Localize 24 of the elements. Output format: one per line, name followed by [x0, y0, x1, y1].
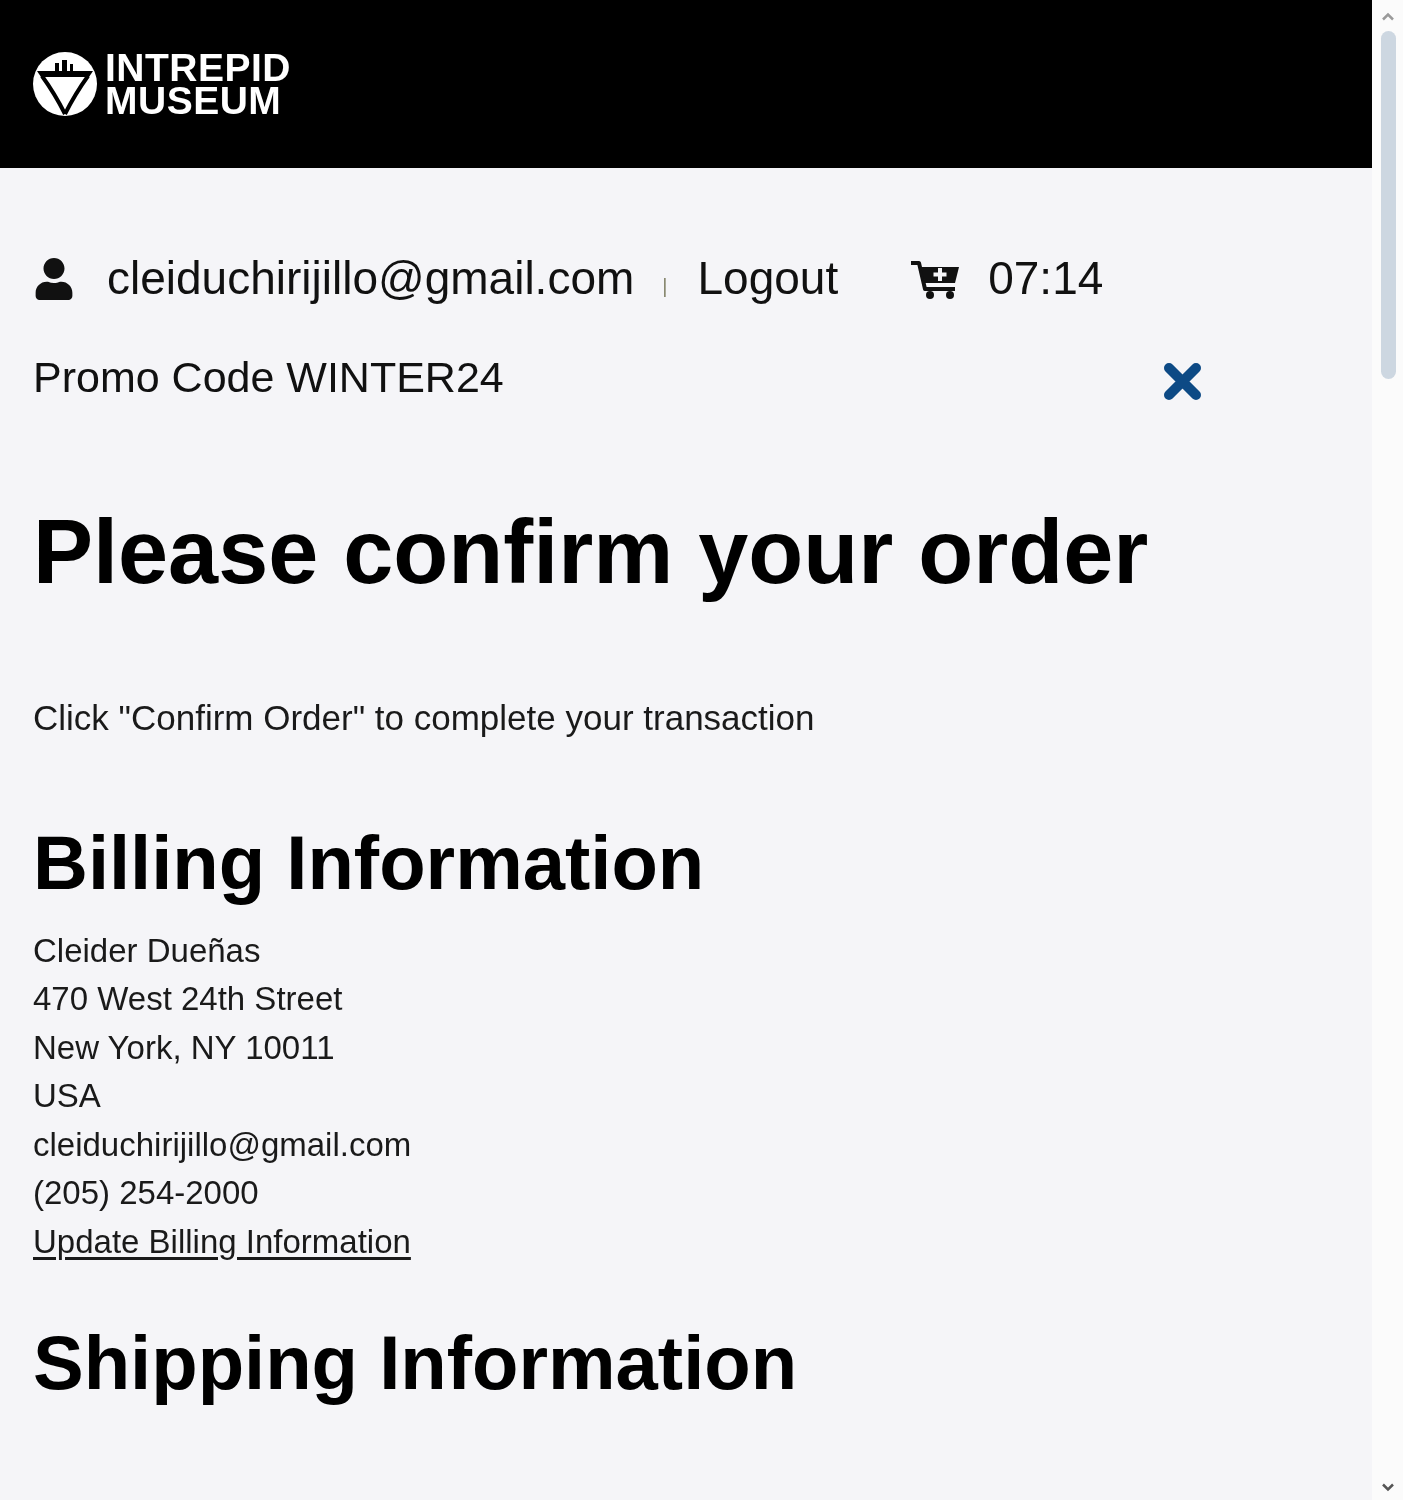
promo-code-text: Promo Code WINTER24: [33, 352, 504, 403]
logout-link[interactable]: Logout: [697, 251, 839, 306]
logo-wordmark: INTREPID MUSEUM: [105, 51, 291, 117]
close-icon[interactable]: [1162, 361, 1203, 402]
billing-heading: Billing Information: [33, 821, 705, 905]
scroll-down-icon[interactable]: [1380, 1483, 1395, 1492]
scrollbar-thumb[interactable]: [1381, 31, 1396, 379]
timer-text: 07:14: [988, 251, 1104, 306]
page-title: Please confirm your order: [33, 503, 1149, 602]
logo-emblem-icon: [33, 52, 97, 116]
instruction-text: Click "Confirm Order" to complete your transaction: [33, 697, 815, 739]
billing-address-line: New York, NY 10011: [33, 1027, 335, 1068]
billing-address-line: Cleider Dueñas: [33, 930, 261, 971]
account-email: cleiduchirijillo@gmail.com: [107, 251, 635, 306]
billing-address-line: USA: [33, 1076, 101, 1117]
update-billing-link[interactable]: Update Billing Information: [33, 1217, 411, 1267]
billing-address-line: (205) 254-2000: [33, 1173, 259, 1214]
cart-plus-icon[interactable]: [910, 258, 961, 299]
billing-address-line: cleiduchirijillo@gmail.com: [33, 1124, 412, 1165]
scroll-up-icon[interactable]: [1380, 12, 1395, 21]
billing-address-line: 470 West 24th Street: [33, 979, 343, 1020]
user-icon: [33, 257, 75, 300]
separator-text: |: [662, 275, 668, 296]
shipping-heading: Shipping Information: [33, 1321, 798, 1405]
